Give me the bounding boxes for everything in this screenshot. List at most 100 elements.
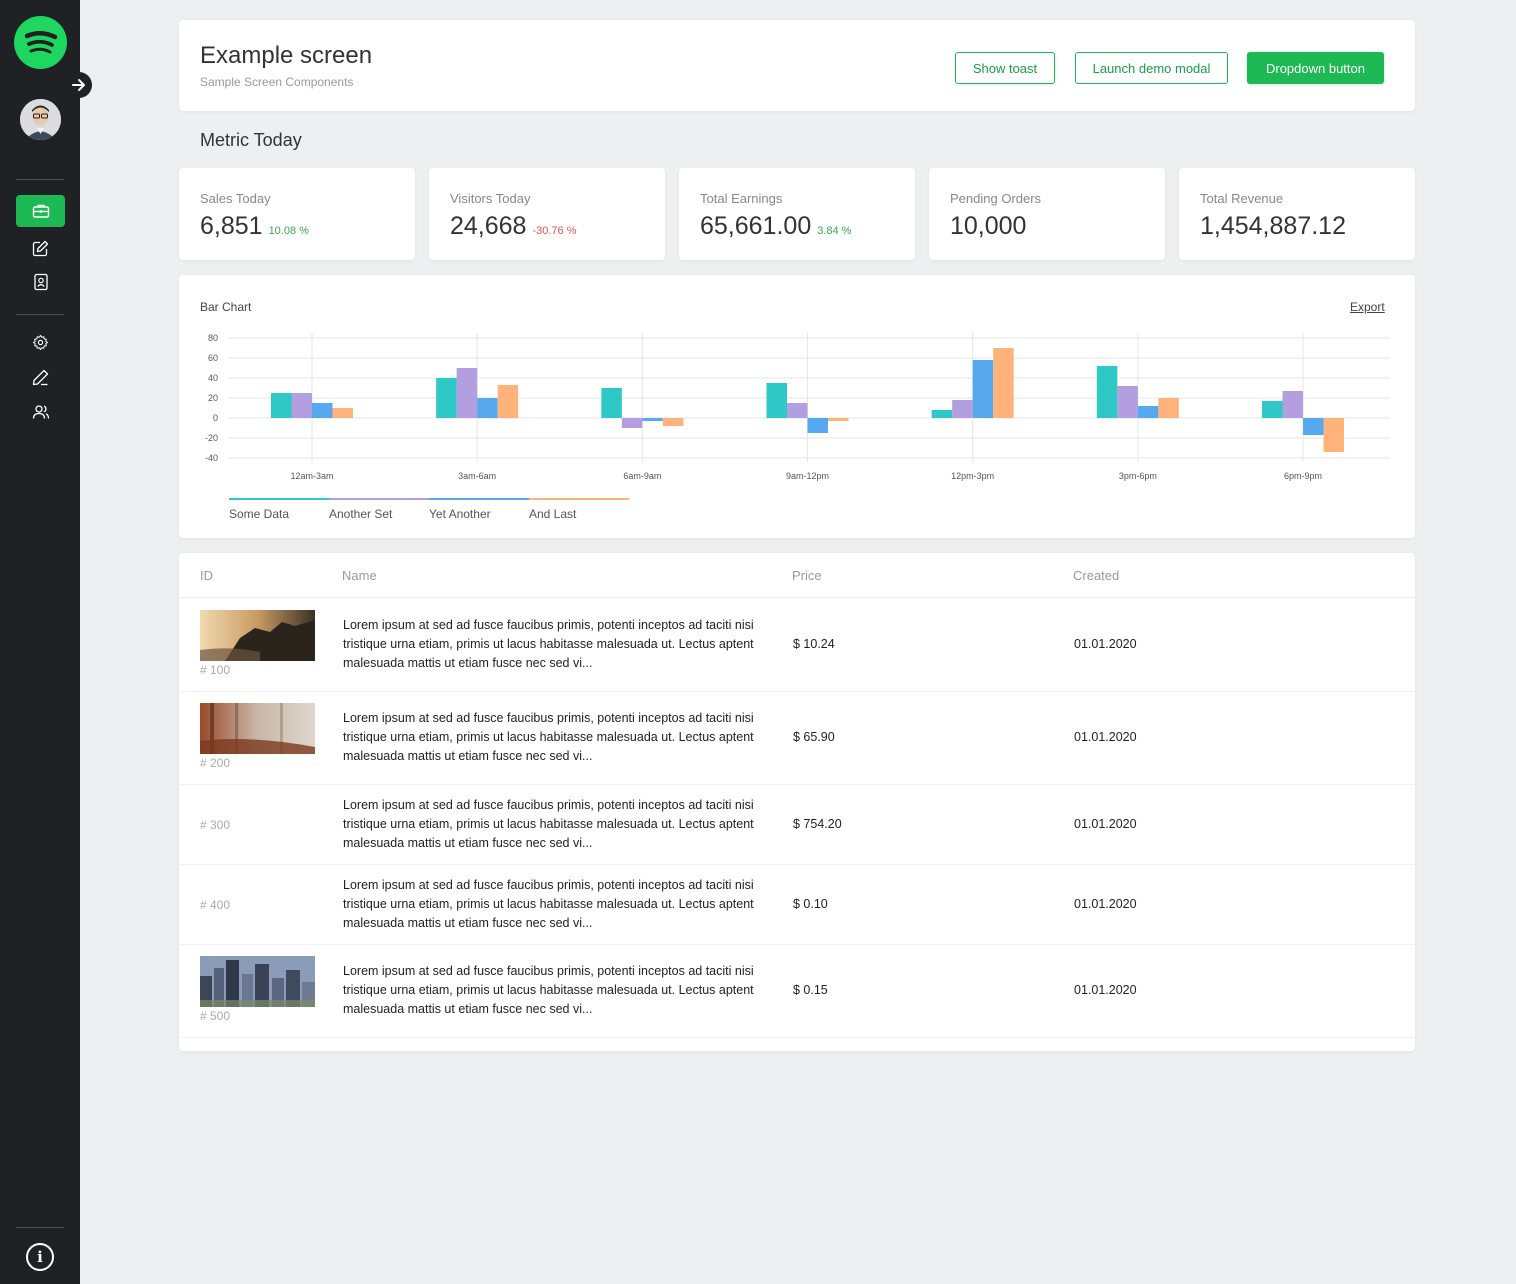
row-price: $ 754.20 (793, 817, 842, 831)
bar (312, 403, 333, 418)
row-id: # 400 (200, 898, 231, 912)
metric-card-revenue: Total Revenue 1,454,887.12 (1179, 168, 1415, 260)
bar (993, 348, 1014, 418)
launch-modal-button[interactable]: Launch demo modal (1075, 52, 1228, 84)
table-row[interactable]: # 200 Lorem ipsum at sed ad fusce faucib… (179, 692, 1415, 785)
spotify-logo[interactable] (14, 16, 67, 69)
briefcase-icon (32, 204, 49, 218)
row-name: Lorem ipsum at sed ad fusce faucibus pri… (343, 618, 754, 670)
table-row[interactable]: # 300 Lorem ipsum at sed ad fusce faucib… (179, 785, 1415, 865)
bar (601, 388, 622, 418)
legend-label: And Last (529, 507, 577, 521)
row-created: 01.01.2020 (1074, 817, 1137, 831)
row-price: $ 65.90 (793, 730, 835, 744)
sidebar-divider (16, 314, 64, 315)
metric-value: 10,000 (950, 212, 1027, 240)
metric-label: Sales Today (200, 191, 271, 206)
metric-card-sales: Sales Today 6,851 10.08 % (179, 168, 415, 260)
row-id: # 300 (200, 818, 231, 832)
column-header-name[interactable]: Name (342, 568, 377, 583)
metric-label: Total Revenue (1200, 191, 1284, 206)
coast-sunset-thumbnail (200, 610, 315, 661)
nav-item-contacts[interactable] (16, 266, 65, 298)
data-table: ID Name Price Created # 100 Lorem ipsum … (179, 553, 1415, 1051)
row-created: 01.01.2020 (1074, 637, 1137, 651)
sidebar-expand-button[interactable] (66, 72, 92, 98)
y-tick-label: -20 (205, 433, 218, 443)
row-id: # 500 (200, 1009, 231, 1023)
bar (766, 383, 788, 418)
bar (828, 418, 849, 421)
bar (271, 393, 292, 418)
bar (1137, 406, 1159, 418)
bar (1323, 418, 1345, 452)
nav-item-settings[interactable] (16, 326, 65, 358)
metric-value: 65,661.00 (700, 212, 812, 240)
y-tick-label: 40 (208, 373, 218, 383)
nav-item-users[interactable] (16, 396, 65, 428)
nav-item-pen[interactable] (16, 361, 65, 393)
bar (1262, 401, 1283, 418)
y-tick-label: -40 (205, 453, 218, 463)
row-name: Lorem ipsum at sed ad fusce faucibus pri… (343, 878, 754, 930)
metric-label: Visitors Today (450, 191, 531, 206)
bar (621, 418, 643, 428)
sidebar: i (0, 0, 92, 1284)
bar (1158, 398, 1179, 418)
row-price: $ 0.15 (793, 983, 828, 997)
x-tick-label: 3am-6am (458, 471, 496, 481)
table-row[interactable]: # 400 Lorem ipsum at sed ad fusce faucib… (179, 865, 1415, 945)
info-icon[interactable]: i (26, 1243, 54, 1271)
bar (477, 398, 498, 418)
bar (952, 400, 973, 418)
x-tick-label: 3pm-6pm (1119, 471, 1157, 481)
column-header-created[interactable]: Created (1073, 568, 1119, 583)
city-skyline-thumbnail (200, 956, 315, 1007)
column-header-price[interactable]: Price (792, 568, 822, 583)
table-row[interactable]: # 100 Lorem ipsum at sed ad fusce faucib… (179, 598, 1415, 692)
page-header: Example screen Sample Screen Components … (179, 20, 1415, 111)
bar (1303, 418, 1324, 435)
bar (972, 360, 994, 418)
bar (436, 378, 457, 418)
user-photo-icon (20, 99, 61, 140)
y-tick-label: 60 (208, 353, 218, 363)
dropdown-button[interactable]: Dropdown button (1247, 52, 1384, 84)
metric-value-row: 10,000 (950, 212, 1026, 241)
metric-value: 6,851 (200, 212, 263, 240)
metric-card-visitors: Visitors Today 24,668 -30.76 % (429, 168, 665, 260)
row-created: 01.01.2020 (1074, 730, 1137, 744)
sidebar-divider (16, 1227, 64, 1228)
metric-card-pending: Pending Orders 10,000 (929, 168, 1165, 260)
nav-item-dashboard[interactable] (16, 195, 65, 227)
bar (332, 408, 353, 418)
bar (642, 418, 663, 421)
metric-value-row: 6,851 10.08 % (200, 212, 309, 241)
metric-value: 24,668 (450, 212, 527, 240)
bar (807, 418, 829, 433)
show-toast-button[interactable]: Show toast (955, 52, 1055, 84)
contact-icon (33, 273, 48, 291)
nav-item-edit[interactable] (16, 232, 65, 264)
x-tick-label: 12am-3am (290, 471, 333, 481)
page-title: Example screen (200, 42, 373, 69)
bar-chart-card: Bar Chart Export 80 60 40 20 0 -20 -40 12am-3am… (179, 275, 1415, 538)
x-tick-label: 9am-12pm (786, 471, 829, 481)
metric-change: -30.76 % (532, 225, 577, 237)
bar (1282, 391, 1304, 418)
row-created: 01.01.2020 (1074, 983, 1137, 997)
metric-value: 1,454,887.12 (1200, 212, 1346, 240)
legend-label: Yet Another (429, 507, 491, 521)
column-header-id[interactable]: ID (200, 568, 213, 583)
bar (662, 418, 684, 426)
y-tick-label: 0 (213, 413, 218, 423)
metric-label: Pending Orders (950, 191, 1042, 206)
table-row[interactable]: # 500 Lorem ipsum at sed ad fusce faucib… (179, 945, 1415, 1038)
gear-icon (32, 334, 49, 350)
y-tick-label: 80 (208, 333, 218, 343)
bar-chart: 80 60 40 20 0 -20 -40 12am-3am 3am-6am 6am-9am 9am… (205, 333, 1390, 521)
pen-icon (32, 369, 49, 385)
bar (1117, 386, 1138, 418)
avatar[interactable] (20, 99, 61, 140)
bar (1096, 366, 1118, 418)
